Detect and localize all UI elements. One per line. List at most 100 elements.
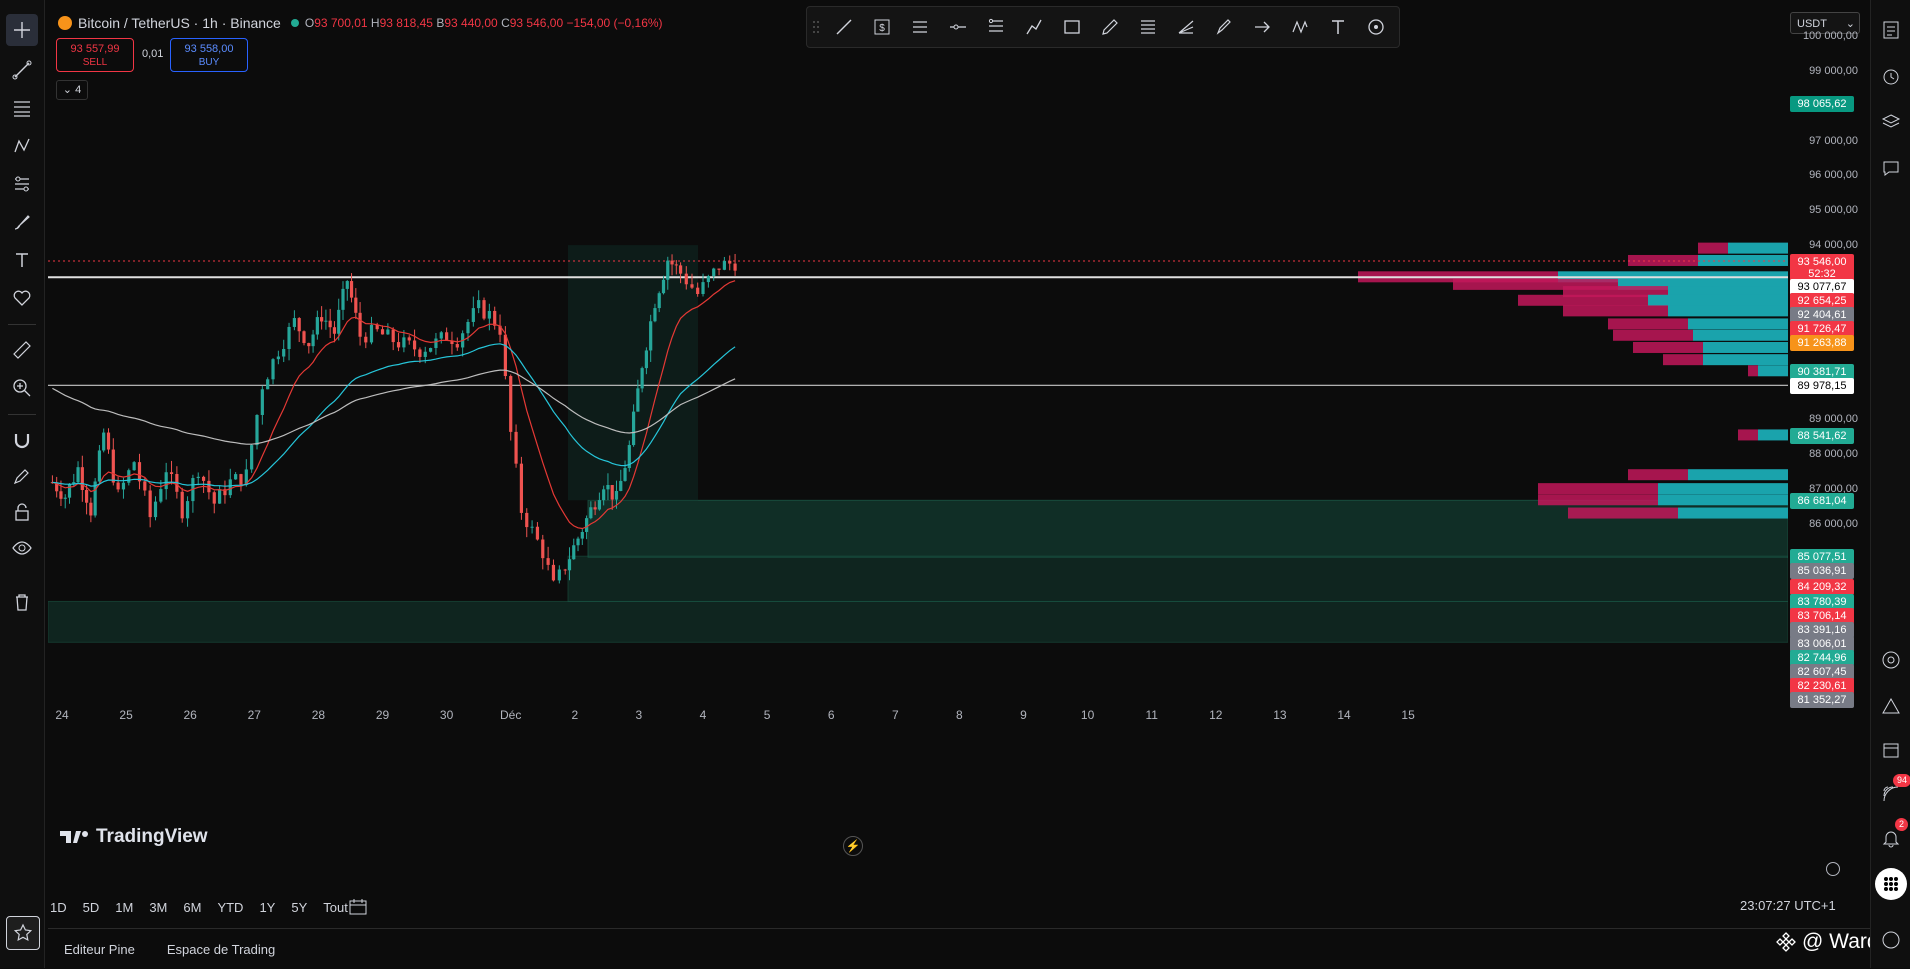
indicators-toggle[interactable]: ⌄ 4 — [56, 80, 88, 100]
candle-body — [589, 507, 593, 519]
buy-button[interactable]: 93 558,00 BUY — [170, 38, 248, 72]
range-button-tout[interactable]: Tout — [323, 900, 348, 915]
chat-icon[interactable] — [1875, 152, 1907, 184]
candle-body — [315, 317, 319, 335]
target-icon[interactable] — [1875, 644, 1907, 676]
candle-body — [255, 414, 259, 446]
ideas-icon[interactable] — [1875, 690, 1907, 722]
magnet-icon[interactable] — [6, 424, 38, 456]
volume-bar-up — [1728, 242, 1788, 254]
range-button-6m[interactable]: 6M — [183, 900, 201, 915]
volume-bar-down — [1608, 318, 1688, 330]
watchlist-star-icon[interactable] — [6, 916, 40, 950]
apps-grid-icon[interactable] — [1875, 868, 1907, 900]
horizontal-ray-icon[interactable] — [939, 7, 977, 47]
candle-body — [349, 281, 354, 298]
range-button-5d[interactable]: 5D — [83, 900, 100, 915]
xabcd-pattern-icon[interactable] — [1281, 7, 1319, 47]
candle-body — [276, 356, 280, 360]
brush-icon[interactable] — [6, 206, 38, 238]
range-button-1y[interactable]: 1Y — [259, 900, 275, 915]
range-button-1d[interactable]: 1D — [50, 900, 67, 915]
tab-trading-panel[interactable]: Espace de Trading — [167, 942, 275, 957]
axis-settings-icon[interactable] — [1826, 862, 1840, 876]
range-button-3m[interactable]: 3M — [149, 900, 167, 915]
candle-body — [670, 260, 674, 265]
range-button-1m[interactable]: 1M — [115, 900, 133, 915]
arrow-marker-icon[interactable] — [1243, 7, 1281, 47]
price-tick: 86 000,00 — [1809, 518, 1858, 530]
highlighter-icon[interactable] — [1091, 7, 1129, 47]
volume-bar-up — [1758, 429, 1788, 441]
fib-retracement-icon[interactable] — [6, 92, 38, 124]
price-note-icon[interactable]: $ — [863, 7, 901, 47]
text-tool-icon[interactable] — [6, 244, 38, 276]
trash-icon[interactable] — [6, 586, 38, 618]
range-button-5y[interactable]: 5Y — [291, 900, 307, 915]
drag-handle-icon[interactable] — [807, 7, 825, 47]
symbol-title[interactable]: Bitcoin / TetherUS · 1h · Binance — [78, 15, 281, 31]
crosshair-icon[interactable] — [6, 14, 38, 46]
watchlist-icon[interactable] — [1875, 14, 1907, 46]
prediction-icon[interactable] — [6, 168, 38, 200]
support-zone[interactable] — [48, 600, 1788, 643]
candle-body — [407, 337, 411, 341]
clock[interactable]: 23:07:27 UTC+1 — [1740, 898, 1836, 913]
range-button-ytd[interactable]: YTD — [217, 900, 243, 915]
candle-body — [354, 297, 358, 313]
price-axis[interactable]: USDT ⌄ 100 000,00 99 000,00 97 000,00 96 000… — [1790, 10, 1868, 876]
heart-icon[interactable] — [6, 282, 38, 314]
candle-body — [266, 379, 270, 390]
volume-bar-down — [1633, 341, 1703, 353]
candle-body — [546, 558, 550, 565]
market-status-icon — [290, 19, 299, 27]
chart-pane[interactable] — [48, 10, 1788, 872]
candle-body — [509, 376, 513, 432]
candle-body — [493, 310, 497, 326]
trend-line-icon[interactable] — [6, 54, 38, 86]
tab-pine-editor[interactable]: Editeur Pine — [64, 942, 135, 957]
streams-icon[interactable]: 94 — [1875, 774, 1910, 810]
parallel-channel-icon[interactable] — [901, 7, 939, 47]
lock-icon[interactable] — [6, 496, 38, 528]
candle-body — [111, 449, 115, 483]
notifications-icon[interactable]: 2 — [1875, 818, 1909, 854]
fib-channel-icon[interactable] — [977, 7, 1015, 47]
candle-body — [148, 490, 152, 518]
fib-levels-icon[interactable] — [1129, 7, 1167, 47]
volume-bar-up — [1688, 318, 1788, 330]
candle-body — [487, 310, 491, 319]
candle-body — [644, 350, 649, 369]
zoom-in-icon[interactable] — [6, 372, 38, 404]
layers-icon[interactable] — [1875, 106, 1907, 138]
alarm-clock-icon[interactable] — [1875, 60, 1907, 92]
support-zone[interactable] — [567, 555, 1788, 602]
calendar-range-icon[interactable] — [348, 898, 368, 921]
candle-body — [640, 368, 644, 389]
candle-body — [341, 288, 345, 310]
help-icon[interactable] — [1875, 924, 1907, 956]
candle-body — [701, 282, 705, 295]
candle-body — [514, 431, 518, 464]
volume-bar-up — [1658, 483, 1788, 495]
lightning-icon[interactable]: ⚡ — [843, 836, 863, 856]
candle-body — [302, 331, 306, 344]
price-label: 81 352,27 — [1790, 692, 1854, 708]
candle-body — [282, 348, 286, 357]
settings-circle-icon[interactable] — [1357, 7, 1395, 47]
calendar-icon[interactable] — [1875, 734, 1907, 766]
candle-body — [712, 268, 716, 277]
rectangle-icon[interactable] — [1053, 7, 1091, 47]
volume-bar-up — [1758, 365, 1788, 377]
pen-icon[interactable] — [1205, 7, 1243, 47]
sell-button[interactable]: 93 557,99 SELL — [56, 38, 134, 72]
lock-pencil-icon[interactable] — [6, 460, 38, 492]
candle-body — [519, 463, 524, 513]
trend-line-icon[interactable] — [825, 7, 863, 47]
ruler-icon[interactable] — [6, 334, 38, 366]
eye-icon[interactable] — [6, 532, 38, 564]
pitchfork-icon[interactable] — [1015, 7, 1053, 47]
pattern-icon[interactable] — [6, 130, 38, 162]
gann-icon[interactable] — [1167, 7, 1205, 47]
text-icon[interactable] — [1319, 7, 1357, 47]
